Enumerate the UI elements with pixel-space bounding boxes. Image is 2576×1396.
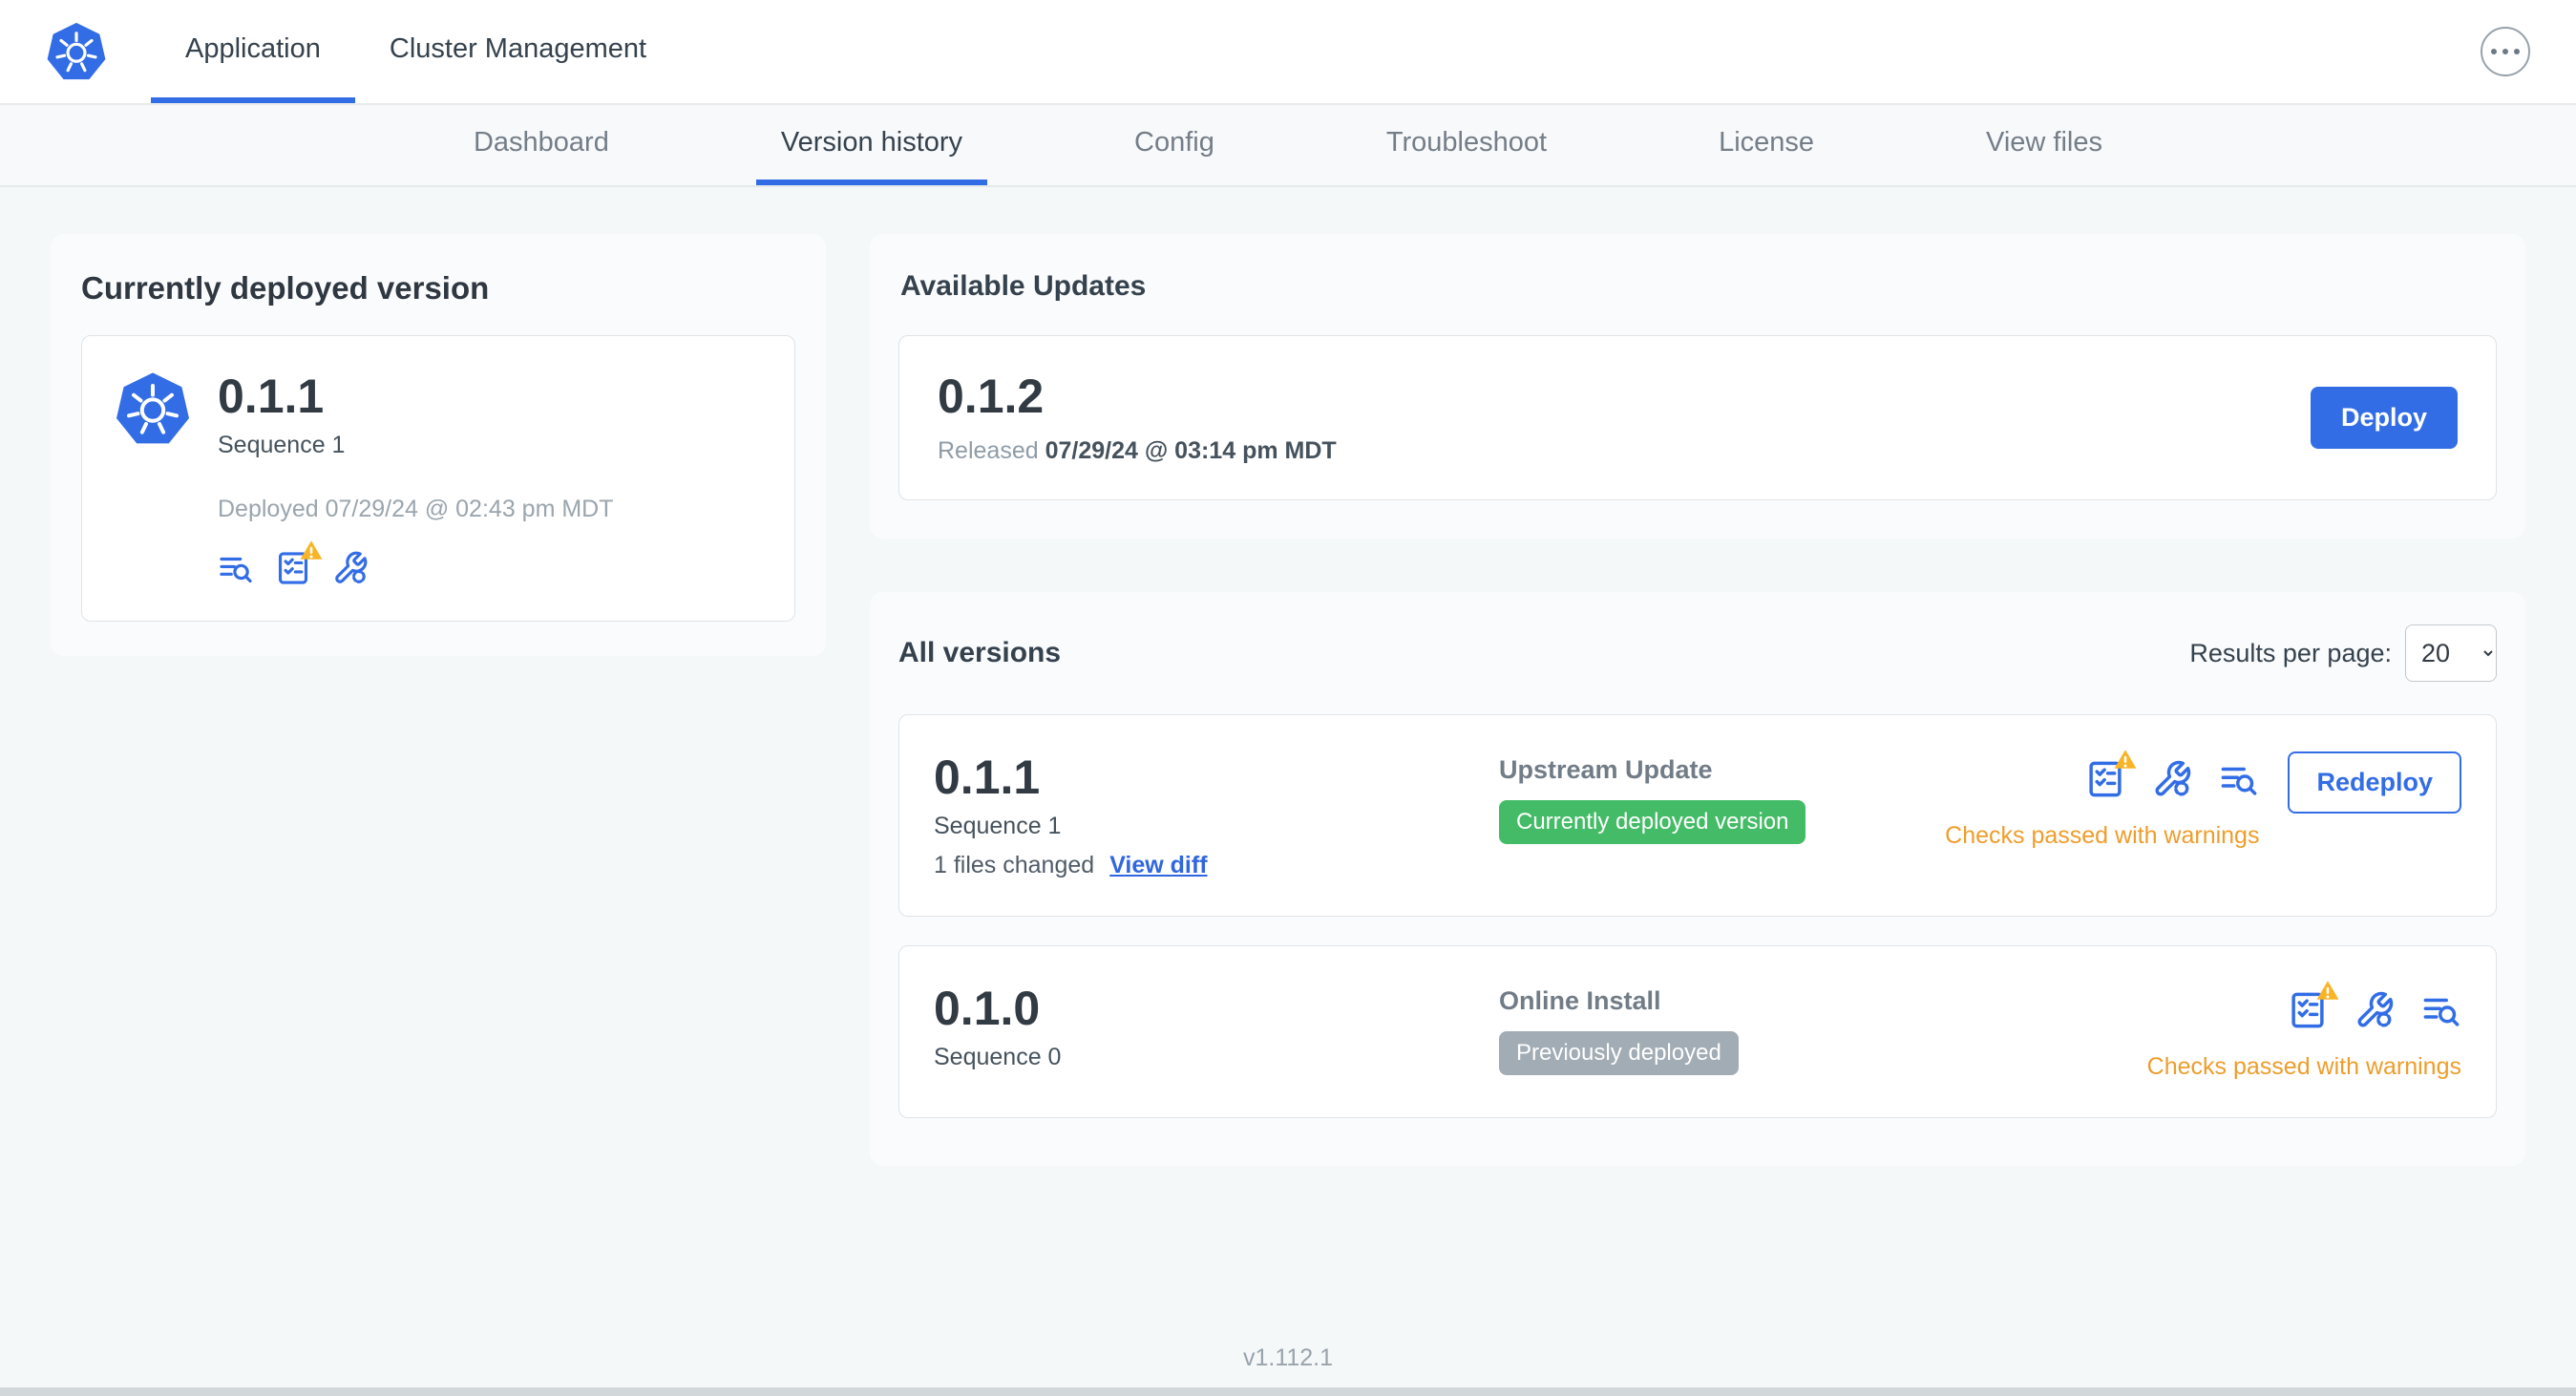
deploy-logs-icon[interactable]: [218, 550, 254, 586]
config-icon[interactable]: [2152, 759, 2192, 799]
version-source-block: Online Install Previously deployed: [1499, 983, 2147, 1075]
main-content: Currently deployed version 0.1.1 Sequenc…: [0, 187, 2576, 1320]
version-action-icons: [2288, 981, 2461, 1030]
tab-dashboard[interactable]: Dashboard: [449, 105, 634, 185]
available-updates-card: Available Updates 0.1.2 Released 07/29/2…: [870, 234, 2525, 539]
current-version-detail-card: 0.1.1 Sequence 1 Deployed 07/29/24 @ 02:…: [81, 335, 795, 622]
kubernetes-app-icon: [115, 370, 191, 446]
current-version-actions: [218, 540, 614, 586]
files-changed-count: 1 files changed: [934, 852, 1095, 878]
update-row: 0.1.2 Released 07/29/24 @ 03:14 pm MDT D…: [898, 335, 2497, 500]
version-row-0-1-0: 0.1.0 Sequence 0 Online Install Previous…: [898, 945, 2497, 1118]
redeploy-button[interactable]: Redeploy: [2288, 751, 2461, 814]
tab-config[interactable]: Config: [1109, 105, 1239, 185]
tab-troubleshoot[interactable]: Troubleshoot: [1362, 105, 1572, 185]
ellipsis-icon: [2491, 49, 2497, 54]
version-actions: Checks passed with warnings Redeploy: [1945, 750, 2461, 850]
version-row-info: 0.1.1 Sequence 1 1 files changed View di…: [934, 751, 1499, 879]
deploy-logs-icon[interactable]: [2219, 759, 2259, 799]
config-icon[interactable]: [332, 550, 369, 586]
version-number: 0.1.1: [934, 751, 1041, 804]
current-version-info: 0.1.1 Sequence 1 Deployed 07/29/24 @ 02:…: [218, 370, 614, 586]
tab-license[interactable]: License: [1694, 105, 1839, 185]
footer: v1.112.1: [0, 1320, 2576, 1387]
header-tabs: Application Cluster Management: [151, 0, 681, 103]
deploy-logs-icon[interactable]: [2421, 990, 2461, 1030]
version-source: Upstream Update: [1499, 755, 1713, 784]
tab-cluster-management-label: Cluster Management: [389, 32, 647, 64]
version-row-info: 0.1.0 Sequence 0: [934, 983, 1499, 1071]
version-row-0-1-1: 0.1.1 Sequence 1 1 files changed View di…: [898, 714, 2497, 917]
preflight-checks-icon[interactable]: [275, 540, 323, 586]
checks-status-text: Checks passed with warnings: [2146, 1053, 2461, 1080]
bottom-edge-strip: [0, 1387, 2576, 1396]
version-actions: Checks passed with warnings: [2146, 981, 2461, 1081]
warning-triangle-icon: [2316, 981, 2339, 1000]
released-label: Released: [938, 437, 1039, 464]
tab-application-label: Application: [185, 32, 321, 64]
update-released-line: Released 07/29/24 @ 03:14 pm MDT: [938, 437, 1337, 465]
released-timestamp: 07/29/24 @ 03:14 pm MDT: [1045, 437, 1337, 464]
all-versions-card: All versions Results per page: 20 0.1.1 …: [870, 592, 2525, 1166]
warning-triangle-icon: [2115, 750, 2137, 769]
version-sequence: Sequence 0: [934, 1044, 1062, 1070]
app-subnav: Dashboard Version history Config Trouble…: [0, 105, 2576, 187]
deployed-status-badge: Previously deployed: [1499, 1031, 1739, 1075]
all-versions-header: All versions Results per page: 20: [898, 624, 2497, 682]
left-column: Currently deployed version 0.1.1 Sequenc…: [51, 234, 826, 656]
version-source: Online Install: [1499, 986, 1661, 1015]
more-options-button[interactable]: [2481, 27, 2530, 76]
checks-status-text: Checks passed with warnings: [1945, 822, 2260, 849]
app-logo: [46, 0, 107, 103]
results-per-page-select[interactable]: 20: [2405, 624, 2497, 682]
warning-triangle-icon: [300, 540, 323, 560]
available-updates-title: Available Updates: [900, 270, 1147, 302]
results-per-page-label: Results per page:: [2189, 638, 2392, 667]
tab-cluster-management[interactable]: Cluster Management: [355, 0, 681, 103]
console-version: v1.112.1: [1242, 1344, 1334, 1371]
deployed-status-badge: Currently deployed version: [1499, 800, 1806, 844]
results-per-page: Results per page: 20: [2189, 624, 2497, 682]
kubernetes-logo-icon: [46, 21, 107, 81]
deploy-button[interactable]: Deploy: [2310, 387, 2458, 449]
update-version-number: 0.1.2: [938, 370, 1045, 423]
current-version-deployed-timestamp: Deployed 07/29/24 @ 02:43 pm MDT: [218, 496, 614, 522]
header-spacer: [681, 0, 2481, 103]
current-version-number: 0.1.1: [218, 370, 325, 423]
version-action-icons: [2085, 750, 2259, 799]
currently-deployed-title: Currently deployed version: [81, 270, 490, 306]
current-version-sequence: Sequence 1: [218, 432, 346, 458]
version-sequence: Sequence 1: [934, 813, 1062, 839]
page: Application Cluster Management Dashboard…: [0, 0, 2576, 1396]
tab-version-history[interactable]: Version history: [755, 105, 988, 185]
currently-deployed-card: Currently deployed version 0.1.1 Sequenc…: [51, 234, 826, 656]
view-diff-link[interactable]: View diff: [1109, 852, 1207, 879]
preflight-checks-icon[interactable]: [2288, 981, 2339, 1030]
update-info: 0.1.2 Released 07/29/24 @ 03:14 pm MDT: [938, 370, 1337, 465]
tab-application[interactable]: Application: [151, 0, 355, 103]
right-column: Available Updates 0.1.2 Released 07/29/2…: [870, 234, 2525, 1166]
version-actions-main: Checks passed with warnings: [2146, 981, 2461, 1081]
config-icon[interactable]: [2354, 990, 2395, 1030]
all-versions-title: All versions: [898, 637, 1062, 668]
version-number: 0.1.0: [934, 982, 1041, 1035]
top-navbar: Application Cluster Management: [0, 0, 2576, 105]
tab-view-files[interactable]: View files: [1961, 105, 2127, 185]
preflight-checks-icon[interactable]: [2085, 750, 2137, 799]
files-changed-line: 1 files changed View diff: [934, 852, 1499, 879]
version-source-block: Upstream Update Currently deployed versi…: [1499, 751, 1945, 844]
version-actions-main: Checks passed with warnings: [1945, 750, 2260, 850]
